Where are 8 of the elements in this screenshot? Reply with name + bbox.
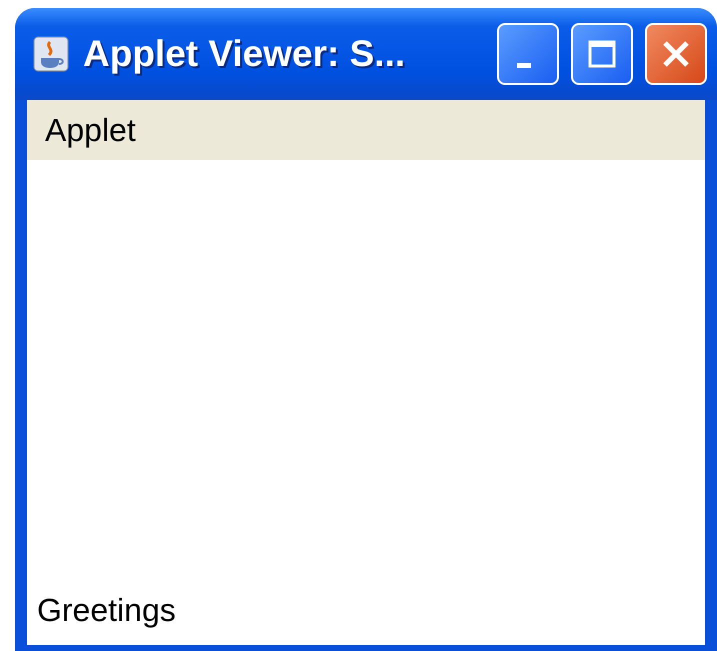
window-title: Applet Viewer: S... [83, 33, 406, 75]
minimize-icon [517, 62, 531, 68]
close-button[interactable] [645, 23, 707, 85]
menu-item[interactable]: Applet [35, 112, 146, 148]
coffee-cup-icon [33, 36, 69, 72]
applet-text: Greetings [37, 592, 176, 629]
minimize-button[interactable] [497, 23, 559, 85]
maximize-button[interactable] [571, 23, 633, 85]
